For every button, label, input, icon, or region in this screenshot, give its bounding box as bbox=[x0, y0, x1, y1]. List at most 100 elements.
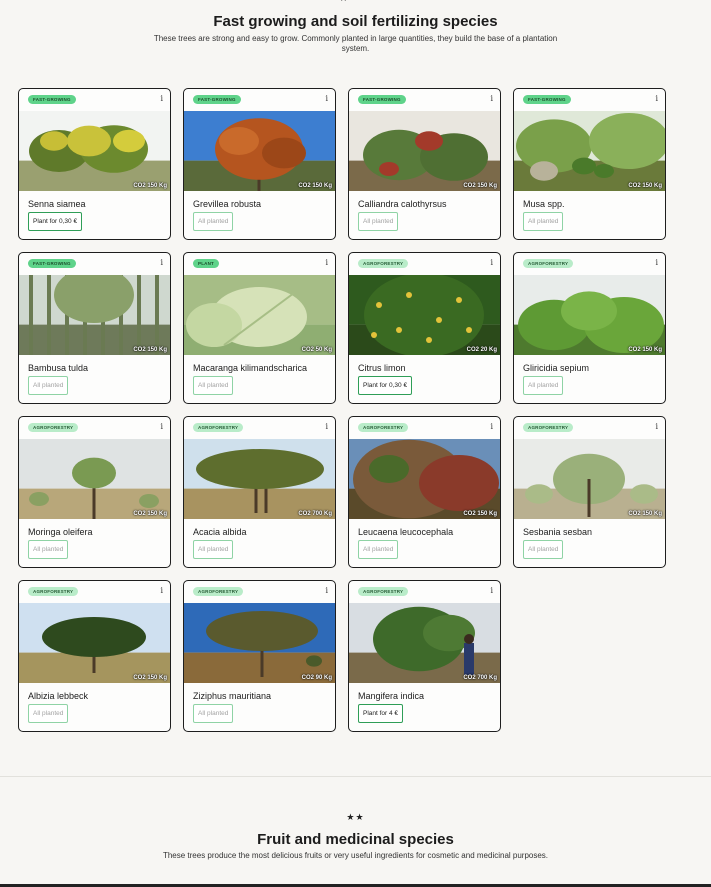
info-icon[interactable]: i bbox=[160, 422, 163, 431]
species-name: Albizia lebbeck bbox=[28, 691, 89, 701]
co2-label: CO2 20 Kg bbox=[466, 347, 497, 353]
species-photo: CO2 20 Kg bbox=[349, 275, 500, 355]
species-photo: CO2 150 Kg bbox=[514, 275, 665, 355]
species-photo: CO2 150 Kg bbox=[184, 111, 335, 191]
species-name: Leucaena leucocephala bbox=[358, 527, 454, 537]
info-icon[interactable]: i bbox=[325, 258, 328, 267]
category-badge: AGROFORESTRY bbox=[193, 423, 244, 432]
category-badge: FAST-GROWING bbox=[193, 95, 241, 104]
info-icon[interactable]: i bbox=[325, 94, 328, 103]
co2-label: CO2 150 Kg bbox=[298, 183, 332, 189]
all-planted-button: All planted bbox=[193, 540, 234, 559]
co2-label: CO2 150 Kg bbox=[133, 511, 167, 517]
info-icon[interactable]: i bbox=[325, 586, 328, 595]
species-photo: CO2 150 Kg bbox=[19, 439, 170, 519]
category-badge: FAST-GROWING bbox=[28, 259, 76, 268]
section-title: Fruit and medicinal species bbox=[257, 831, 454, 848]
co2-label: CO2 150 Kg bbox=[463, 183, 497, 189]
info-icon[interactable]: i bbox=[490, 94, 493, 103]
co2-label: CO2 700 Kg bbox=[463, 675, 497, 681]
plant-button[interactable]: Plant for 4 € bbox=[358, 704, 404, 723]
species-card[interactable]: PLANT i CO2 50 Kg Macaranga kilimandschari… bbox=[183, 252, 336, 404]
info-icon[interactable]: i bbox=[325, 422, 328, 431]
all-planted-button: All planted bbox=[193, 212, 234, 231]
species-name: Macaranga kilimandscharica bbox=[193, 363, 308, 373]
species-name: Bambusa tulda bbox=[28, 363, 89, 373]
species-card[interactable]: FAST-GROWING i CO2 150 Kg Senna siamea Plan… bbox=[18, 88, 171, 240]
plant-button[interactable]: Plant for 0,30 € bbox=[358, 376, 413, 395]
category-badge: AGROFORESTRY bbox=[28, 587, 79, 596]
plant-button[interactable]: Plant for 0,30 € bbox=[28, 212, 83, 231]
co2-label: CO2 150 Kg bbox=[133, 347, 167, 353]
species-photo: CO2 150 Kg bbox=[514, 111, 665, 191]
category-badge: AGROFORESTRY bbox=[523, 259, 574, 268]
all-planted-button: All planted bbox=[193, 376, 234, 395]
category-badge: FAST-GROWING bbox=[523, 95, 571, 104]
category-badge: FAST-GROWING bbox=[358, 95, 406, 104]
species-card[interactable]: FAST-GROWING i CO2 150 Kg Musa spp. All pla… bbox=[513, 88, 666, 240]
info-icon[interactable]: i bbox=[655, 422, 658, 431]
info-icon[interactable]: i bbox=[160, 586, 163, 595]
section-subtitle: These trees produce the most delicious f… bbox=[162, 851, 549, 860]
info-icon[interactable]: i bbox=[490, 586, 493, 595]
co2-label: CO2 90 Kg bbox=[301, 675, 332, 681]
info-icon[interactable]: i bbox=[490, 258, 493, 267]
species-photo: CO2 150 Kg bbox=[349, 111, 500, 191]
species-photo: CO2 700 Kg bbox=[349, 603, 500, 683]
species-photo: CO2 50 Kg bbox=[184, 275, 335, 355]
species-card[interactable]: AGROFORESTRY i CO2 700 Kg Acacia albida All… bbox=[183, 416, 336, 568]
info-icon[interactable]: i bbox=[655, 258, 658, 267]
all-planted-button: All planted bbox=[193, 704, 234, 723]
species-card[interactable]: AGROFORESTRY i CO2 150 Kg Sesbania sesban A… bbox=[513, 416, 666, 568]
all-planted-button: All planted bbox=[358, 540, 399, 559]
species-photo: CO2 150 Kg bbox=[514, 439, 665, 519]
species-card[interactable]: AGROFORESTRY i CO2 150 Kg Gliricidia sepiu… bbox=[513, 252, 666, 404]
info-icon[interactable]: i bbox=[160, 258, 163, 267]
species-card[interactable]: AGROFORESTRY i CO2 150 Kg Moringa oleifera… bbox=[18, 416, 171, 568]
species-card[interactable]: AGROFORESTRY i CO2 150 Kg Leucaena leucoce… bbox=[348, 416, 501, 568]
co2-label: CO2 150 Kg bbox=[628, 183, 662, 189]
category-badge: AGROFORESTRY bbox=[358, 259, 409, 268]
all-planted-button: All planted bbox=[358, 212, 399, 231]
rating-stars-icon: ★★ bbox=[346, 812, 365, 822]
category-badge: FAST-GROWING bbox=[28, 95, 76, 104]
species-card[interactable]: FAST-GROWING i CO2 150 Kg Bambusa tulda All… bbox=[18, 252, 171, 404]
species-name: Ziziphus mauritiana bbox=[193, 691, 272, 701]
species-photo: CO2 150 Kg bbox=[19, 111, 170, 191]
section-subtitle: These trees are strong and easy to grow.… bbox=[153, 34, 558, 53]
info-icon[interactable]: i bbox=[160, 94, 163, 103]
species-photo: CO2 700 Kg bbox=[184, 439, 335, 519]
section-title: Fast growing and soil fertilizing specie… bbox=[213, 13, 498, 30]
co2-label: CO2 150 Kg bbox=[628, 511, 662, 517]
species-card[interactable]: FAST-GROWING i CO2 150 Kg Grevillea robust… bbox=[183, 88, 336, 240]
all-planted-button: All planted bbox=[523, 540, 564, 559]
info-icon[interactable]: i bbox=[655, 94, 658, 103]
species-name: Sesbania sesban bbox=[523, 527, 593, 537]
species-name: Gliricidia sepium bbox=[523, 363, 590, 373]
decorative-star-icon: ★ bbox=[339, 0, 348, 4]
species-name: Acacia albida bbox=[193, 527, 247, 537]
info-icon[interactable]: i bbox=[490, 422, 493, 431]
co2-label: CO2 150 Kg bbox=[133, 183, 167, 189]
all-planted-button: All planted bbox=[28, 376, 69, 395]
species-name: Musa spp. bbox=[523, 199, 565, 209]
species-photo: CO2 150 Kg bbox=[349, 439, 500, 519]
species-card[interactable]: FAST-GROWING i CO2 150 Kg Calliandra calot… bbox=[348, 88, 501, 240]
species-card[interactable]: AGROFORESTRY i CO2 90 Kg Ziziphus mauritia… bbox=[183, 580, 336, 732]
section-divider bbox=[0, 776, 711, 777]
species-card[interactable]: AGROFORESTRY i CO2 20 Kg Citrus limon Plant… bbox=[348, 252, 501, 404]
section-fruit-medicinal: ★★ Fruit and medicinal species These tre… bbox=[0, 812, 711, 861]
species-card[interactable]: AGROFORESTRY i CO2 700 Kg Mangifera indica… bbox=[348, 580, 501, 732]
all-planted-button: All planted bbox=[523, 212, 564, 231]
species-photo: CO2 150 Kg bbox=[19, 275, 170, 355]
species-name: Mangifera indica bbox=[358, 691, 425, 701]
all-planted-button: All planted bbox=[523, 376, 564, 395]
category-badge: AGROFORESTRY bbox=[523, 423, 574, 432]
co2-label: CO2 700 Kg bbox=[298, 511, 332, 517]
section-fast-growing: Fast growing and soil fertilizing specie… bbox=[0, 12, 711, 54]
category-badge: AGROFORESTRY bbox=[193, 587, 244, 596]
species-photo: CO2 90 Kg bbox=[184, 603, 335, 683]
species-photo: CO2 150 Kg bbox=[19, 603, 170, 683]
species-card[interactable]: AGROFORESTRY i CO2 150 Kg Albizia lebbeck A… bbox=[18, 580, 171, 732]
all-planted-button: All planted bbox=[28, 540, 69, 559]
